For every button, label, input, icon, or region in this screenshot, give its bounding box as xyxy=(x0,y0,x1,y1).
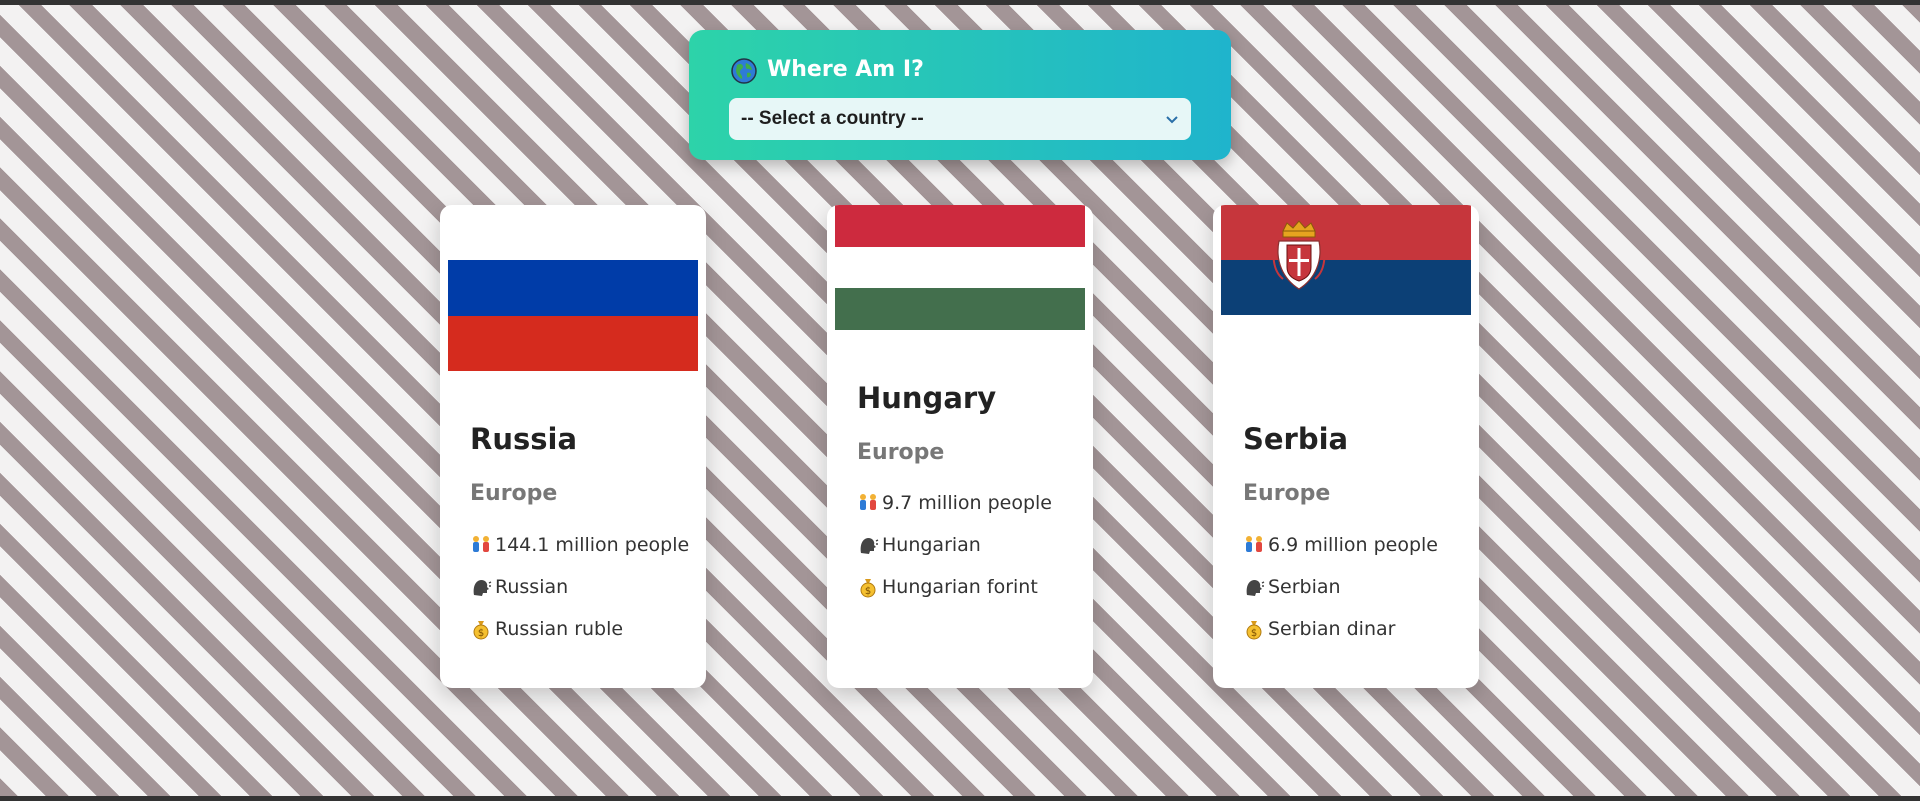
russia-flag xyxy=(448,260,698,371)
svg-text:$: $ xyxy=(478,628,484,639)
currency-text: Russian ruble xyxy=(495,618,624,640)
country-card-hungary[interactable]: Hungary Europe 9.7 million people Hungar… xyxy=(827,205,1093,688)
currency-row: $ Serbian dinar xyxy=(1243,618,1395,640)
svg-text:$: $ xyxy=(1251,628,1257,639)
country-card-russia[interactable]: Russia Europe 144.1 million people Russi… xyxy=(440,205,706,688)
speaking-head-icon xyxy=(1246,580,1265,596)
window-bottom-edge xyxy=(0,796,1920,801)
language-row: Russian xyxy=(470,576,568,598)
population-row: 144.1 million people xyxy=(470,534,689,556)
population-text: 6.9 million people xyxy=(1268,534,1438,556)
country-name: Russia xyxy=(470,422,578,456)
chevron-down-icon xyxy=(1166,116,1178,124)
speaking-head-icon xyxy=(860,538,879,554)
country-card-serbia[interactable]: Serbia Europe 6.9 million people Serbian… xyxy=(1213,205,1479,688)
money-bag-icon: $ xyxy=(1246,621,1262,640)
country-name: Serbia xyxy=(1243,422,1349,456)
page-title: Where Am I? xyxy=(767,57,924,82)
country-select-value: -- Select a country -- xyxy=(741,108,924,129)
money-bag-icon: $ xyxy=(473,621,489,640)
currency-text: Serbian dinar xyxy=(1268,618,1396,640)
population-row: 6.9 million people xyxy=(1243,534,1438,556)
people-icon xyxy=(473,536,489,552)
currency-row: $ Hungarian forint xyxy=(857,576,1038,598)
language-row: Serbian xyxy=(1243,576,1341,598)
country-region: Europe xyxy=(1243,481,1331,506)
people-icon xyxy=(860,494,876,510)
hungary-flag xyxy=(835,205,1085,330)
language-row: Hungarian xyxy=(857,534,981,556)
globe-icon xyxy=(731,58,757,84)
population-text: 9.7 million people xyxy=(882,492,1052,514)
currency-text: Hungarian forint xyxy=(882,576,1038,598)
language-text: Hungarian xyxy=(882,534,981,556)
svg-text:$: $ xyxy=(865,586,871,597)
country-name: Hungary xyxy=(857,381,997,415)
language-text: Serbian xyxy=(1268,576,1341,598)
currency-row: $ Russian ruble xyxy=(470,618,623,640)
population-row: 9.7 million people xyxy=(857,492,1052,514)
money-bag-icon: $ xyxy=(860,579,876,598)
country-select[interactable]: -- Select a country -- xyxy=(729,98,1191,140)
header-card: Where Am I? -- Select a country -- xyxy=(689,30,1231,160)
window-top-edge xyxy=(0,0,1920,5)
speaking-head-icon xyxy=(473,580,492,596)
population-text: 144.1 million people xyxy=(495,534,690,556)
people-icon xyxy=(1246,536,1262,552)
language-text: Russian xyxy=(495,576,569,598)
country-region: Europe xyxy=(857,440,945,465)
country-region: Europe xyxy=(470,481,558,506)
serbia-flag xyxy=(1221,205,1471,345)
